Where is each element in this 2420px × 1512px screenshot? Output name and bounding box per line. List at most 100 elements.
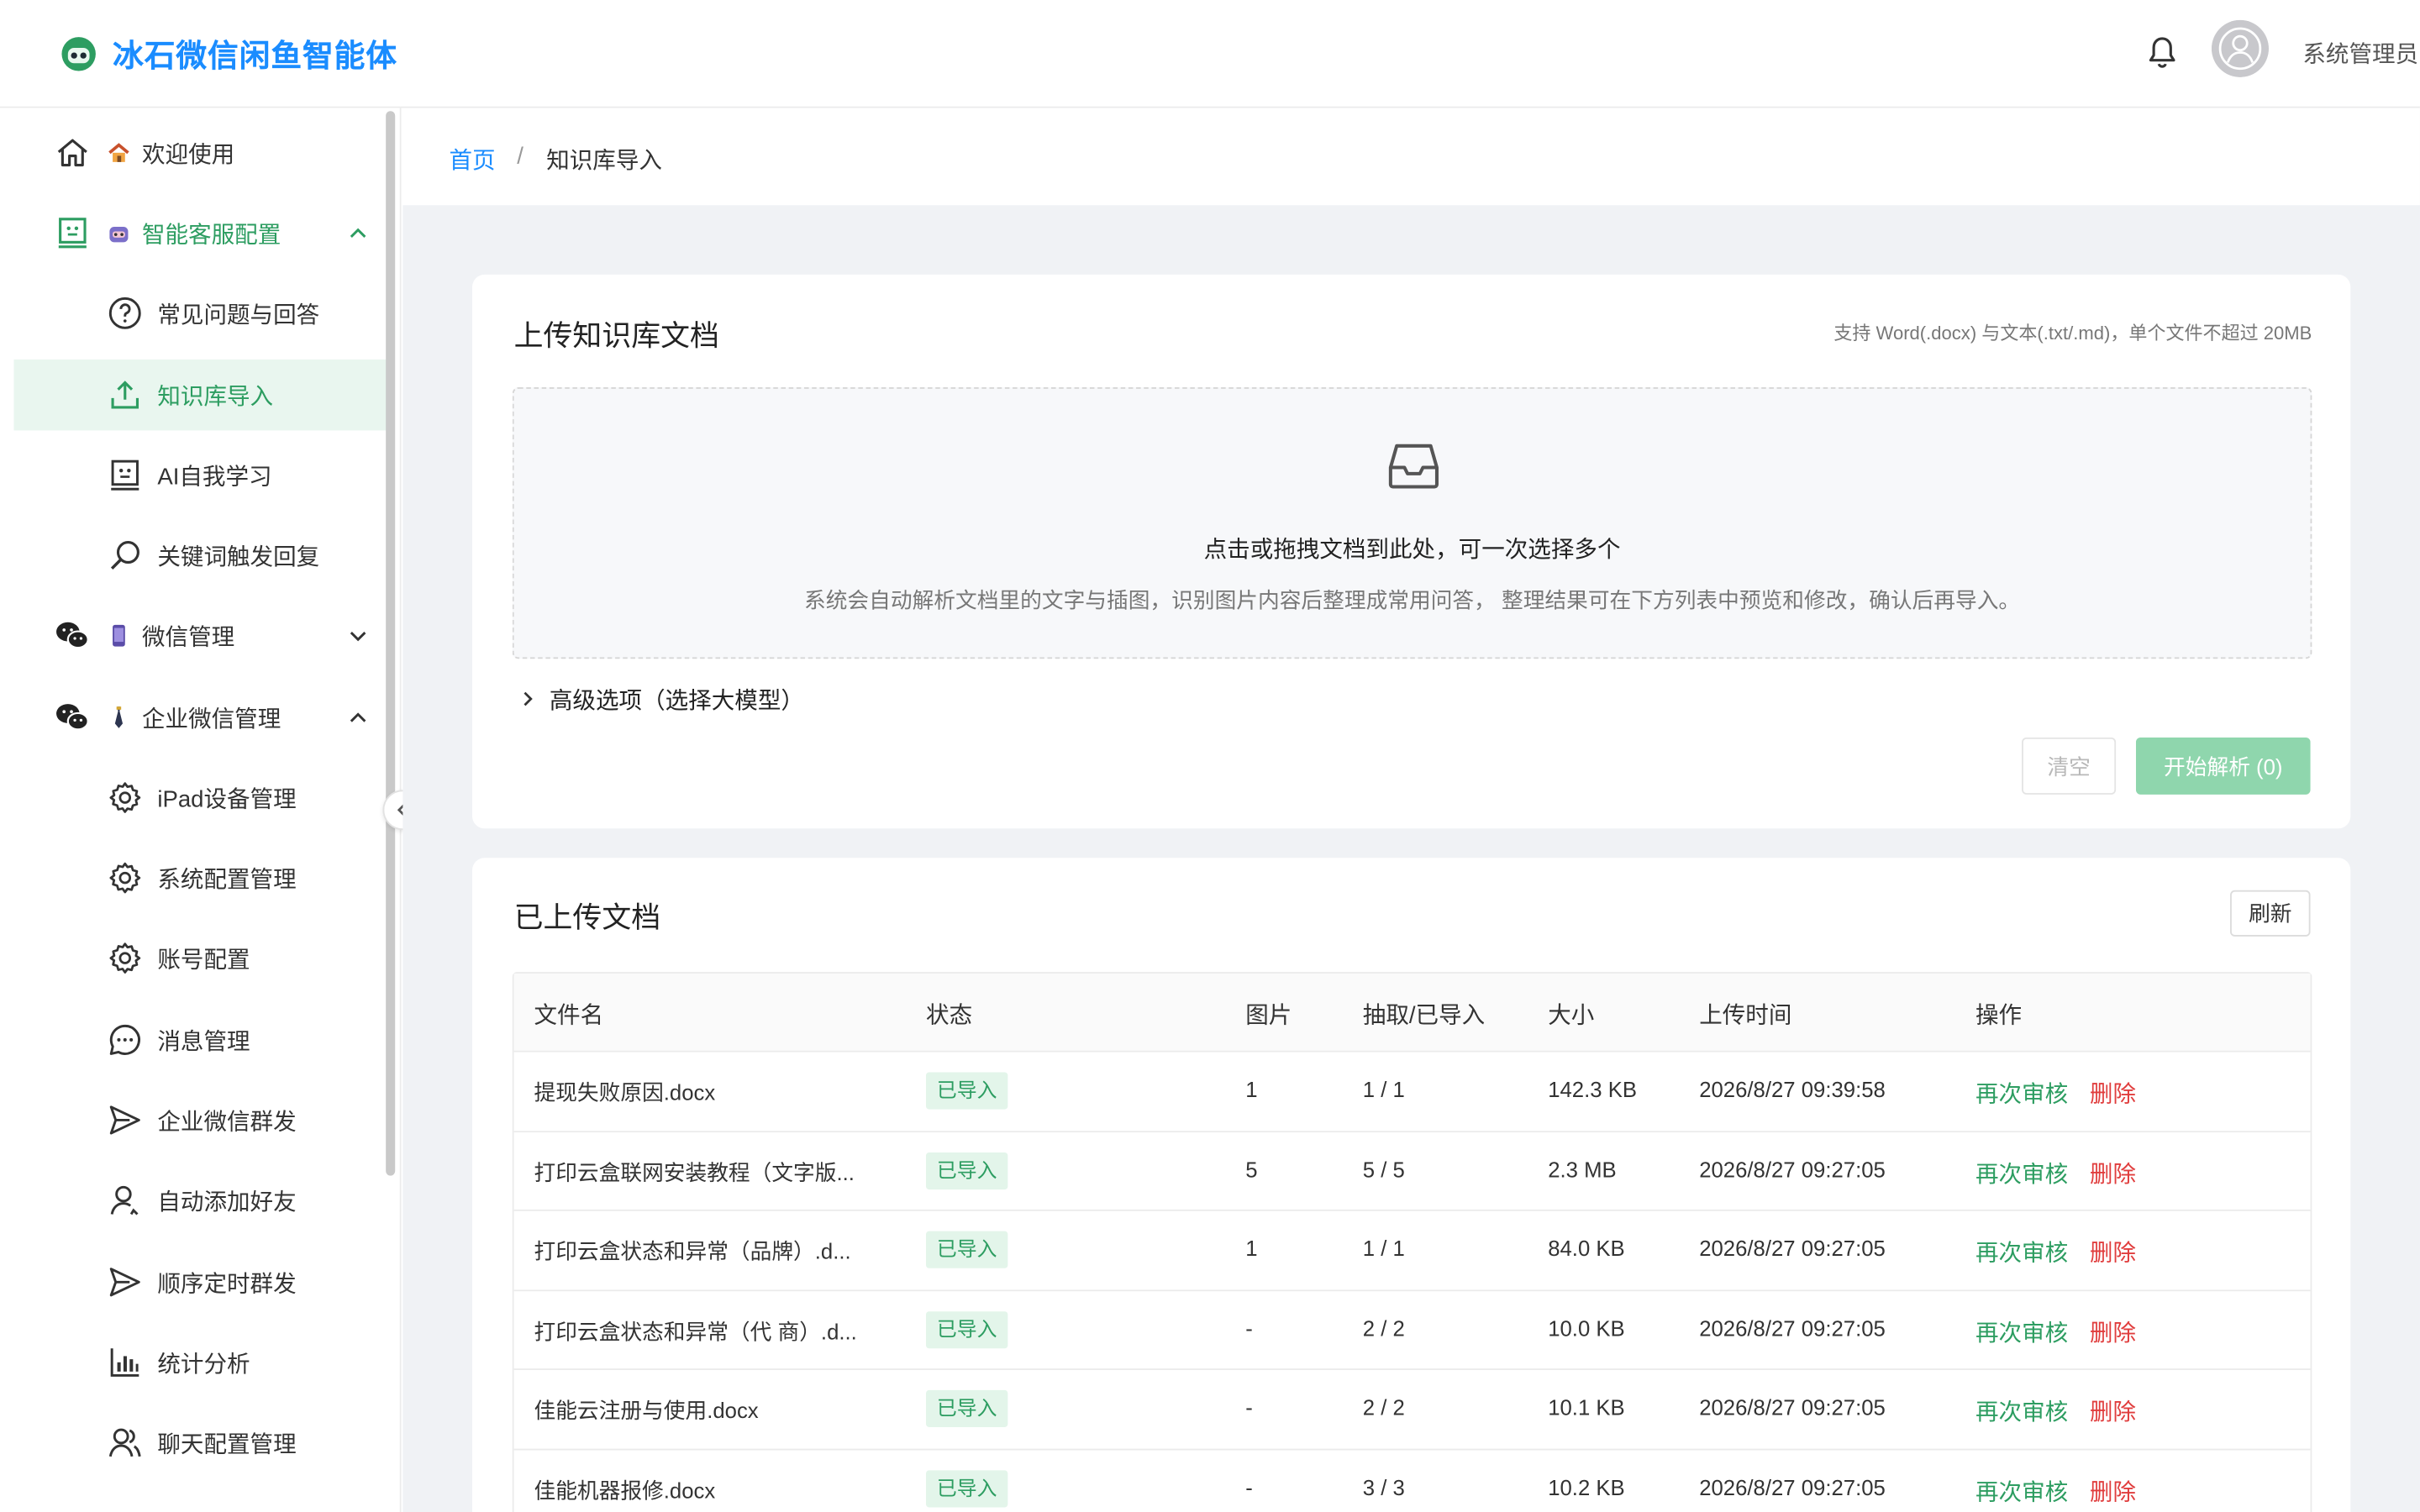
cell-images: 5 [1245, 1156, 1258, 1181]
sidebar-item-label: 企业微信管理 [141, 706, 281, 733]
sidebar-item-system-config[interactable]: 系统配置管理 [14, 843, 387, 913]
chevron-up-icon [350, 228, 366, 238]
review-again-link[interactable]: 再次审核 [1975, 1157, 2068, 1189]
delete-link[interactable]: 删除 [2090, 1474, 2136, 1507]
sidebar-item-ipad-devices[interactable]: iPad设备管理 [14, 762, 387, 832]
delete-link[interactable]: 删除 [2090, 1315, 2136, 1348]
home-icon [57, 139, 87, 167]
cell-filename: 打印云盒状态和异常（品牌）.d... [534, 1238, 851, 1264]
status-badge: 已导入 [926, 1469, 1008, 1507]
status-badge: 已导入 [926, 1310, 1008, 1348]
sidebar-item-chat-config[interactable]: 聊天配置管理 [14, 1407, 387, 1478]
cell-extracted: 2 / 2 [1362, 1315, 1405, 1341]
sidebar-item-statistics[interactable]: 统计分析 [14, 1327, 387, 1398]
robot-board-icon [58, 218, 87, 249]
column-header-extracted: 抽取/已导入 [1362, 1002, 1486, 1030]
cell-images: - [1245, 1394, 1253, 1420]
status-badge: 已导入 [926, 1152, 1008, 1189]
review-again-link[interactable]: 再次审核 [1975, 1236, 2068, 1268]
upload-card: 上传知识库文档 支持 Word(.docx) 与文本(.txt/.md)，单个文… [472, 274, 2351, 829]
sidebar-item-label: 聊天配置管理 [157, 1431, 297, 1458]
breadcrumb-home-link[interactable]: 首页 [449, 144, 495, 176]
bell-icon[interactable] [2145, 34, 2179, 71]
sidebar-item-message-management[interactable]: 消息管理 [14, 1005, 387, 1075]
chevron-down-icon [350, 632, 366, 642]
sidebar-item-auto-add-friends[interactable]: 自动添加好友 [14, 1165, 387, 1236]
sidebar-item-welcome[interactable]: 欢迎使用 [14, 118, 387, 188]
breadcrumb: 首页 / 知识库导入 [402, 108, 2420, 206]
sidebar-item-label: 统计分析 [157, 1351, 250, 1378]
dropzone-description: 系统会自动解析文档里的文字与插图，识别图片内容后整理成常用问答， 整理结果可在下… [804, 587, 2021, 613]
breadcrumb-current: 知识库导入 [546, 148, 662, 175]
upload-hint: 支持 Word(.docx) 与文本(.txt/.md)，单个文件不超过 20M… [1833, 322, 2312, 344]
tie-emoji-icon [114, 706, 124, 728]
delete-link[interactable]: 删除 [2090, 1236, 2136, 1268]
sidebar-item-label: 顺序定时群发 [157, 1271, 297, 1298]
column-header-size: 大小 [1548, 1002, 1595, 1030]
cell-filename: 提现失败原因.docx [534, 1079, 716, 1105]
cell-size: 10.1 KB [1548, 1394, 1625, 1420]
cell-size: 84.0 KB [1548, 1236, 1625, 1261]
sidebar-item-label: iPad设备管理 [157, 786, 297, 813]
user-avatar[interactable] [2211, 19, 2269, 77]
sidebar-item-label: 微信管理 [141, 624, 235, 652]
chevron-right-icon [523, 691, 533, 706]
clear-button[interactable]: 清空 [2022, 737, 2117, 795]
user-avatar-icon [2211, 19, 2269, 77]
sidebar-item-label: AI自我学习 [157, 464, 272, 491]
breadcrumb-separator: / [517, 143, 523, 171]
cell-extracted: 5 / 5 [1362, 1156, 1405, 1181]
sidebar-item-label: 企业微信群发 [157, 1109, 297, 1136]
delete-link[interactable]: 删除 [2090, 1394, 2136, 1427]
send-icon [109, 1268, 140, 1297]
robot-emoji-icon [109, 226, 129, 243]
users-icon [108, 1428, 141, 1457]
chat-bubble-icon [109, 1024, 140, 1055]
start-parse-button[interactable]: 开始解析 (0) [2135, 737, 2311, 795]
wechat-icon [56, 704, 89, 731]
table-row: 佳能云注册与使用.docx 已导入 - 2 / 2 10.1 KB 2026/8… [513, 1369, 2311, 1450]
sidebar-item-label: 常见问题与回答 [157, 302, 320, 329]
delete-link[interactable]: 删除 [2090, 1157, 2136, 1189]
cell-upload-time: 2026/8/27 09:27:05 [1699, 1156, 1886, 1181]
sidebar-item-label: 消息管理 [157, 1029, 250, 1056]
sidebar-item-faq[interactable]: 常见问题与回答 [14, 278, 387, 349]
main-content: 首页 / 知识库导入 上传知识库文档 支持 Word(.docx) 与文本(.t… [402, 108, 2420, 1512]
cell-size: 142.3 KB [1548, 1077, 1638, 1102]
sidebar-item-wecom-broadcast[interactable]: 企业微信群发 [14, 1084, 387, 1155]
cell-images: 1 [1245, 1236, 1258, 1261]
status-badge: 已导入 [926, 1231, 1008, 1268]
review-again-link[interactable]: 再次审核 [1975, 1315, 2068, 1348]
review-again-link[interactable]: 再次审核 [1975, 1394, 2068, 1427]
sidebar-item-account-config[interactable]: 账号配置 [14, 922, 387, 993]
sidebar-item-keyword-reply[interactable]: 关键词触发回复 [14, 520, 387, 591]
sidebar-group-wechat[interactable]: 微信管理 [14, 600, 387, 670]
upload-icon [111, 381, 139, 409]
table-row: 打印云盒状态和异常（代 商）.d... 已导入 - 2 / 2 10.0 KB … [513, 1290, 2311, 1370]
cell-upload-time: 2026/8/27 09:39:58 [1699, 1077, 1886, 1102]
cell-images: 1 [1245, 1077, 1258, 1102]
bar-chart-icon [110, 1348, 139, 1377]
review-again-link[interactable]: 再次审核 [1975, 1077, 2068, 1110]
upload-dropzone[interactable]: 点击或拖拽文档到此处，可一次选择多个 系统会自动解析文档里的文字与插图，识别图片… [512, 387, 2312, 659]
cell-filename: 佳能机器报修.docx [534, 1477, 716, 1503]
username[interactable]: 系统管理员 [2302, 37, 2418, 70]
table-row: 提现失败原因.docx 已导入 1 1 / 1 142.3 KB 2026/8/… [513, 1052, 2311, 1132]
advanced-options-label: 高级选项（选择大模型） [549, 687, 804, 714]
sidebar-item-label: 欢迎使用 [141, 141, 235, 169]
sidebar-item-scheduled-broadcast[interactable]: 顺序定时群发 [14, 1247, 387, 1317]
refresh-button[interactable]: 刷新 [2230, 890, 2311, 937]
review-again-link[interactable]: 再次审核 [1975, 1474, 2068, 1507]
sidebar: 欢迎使用 智能客服配置 常见问题与回答 知识库导入 AI自我学习 关键词触发回复… [0, 108, 402, 1512]
sidebar-item-label: 智能客服配置 [141, 222, 281, 249]
sidebar-item-knowledge-import[interactable]: 知识库导入 [13, 359, 388, 431]
sidebar-group-wecom[interactable]: 企业微信管理 [14, 682, 387, 753]
delete-link[interactable]: 删除 [2090, 1077, 2136, 1110]
gear-icon [109, 942, 141, 974]
sidebar-item-ai-self-learning[interactable]: AI自我学习 [14, 439, 387, 510]
sidebar-item-label: 自动添加好友 [157, 1189, 297, 1216]
sidebar-scrollbar[interactable] [386, 111, 396, 1176]
table-header: 文件名 状态 图片 抽取/已导入 大小 上传时间 操作 [513, 973, 2311, 1053]
advanced-options-toggle[interactable]: 高级选项（选择大模型） [518, 682, 804, 716]
sidebar-group-ai-service[interactable]: 智能客服配置 [14, 197, 387, 268]
